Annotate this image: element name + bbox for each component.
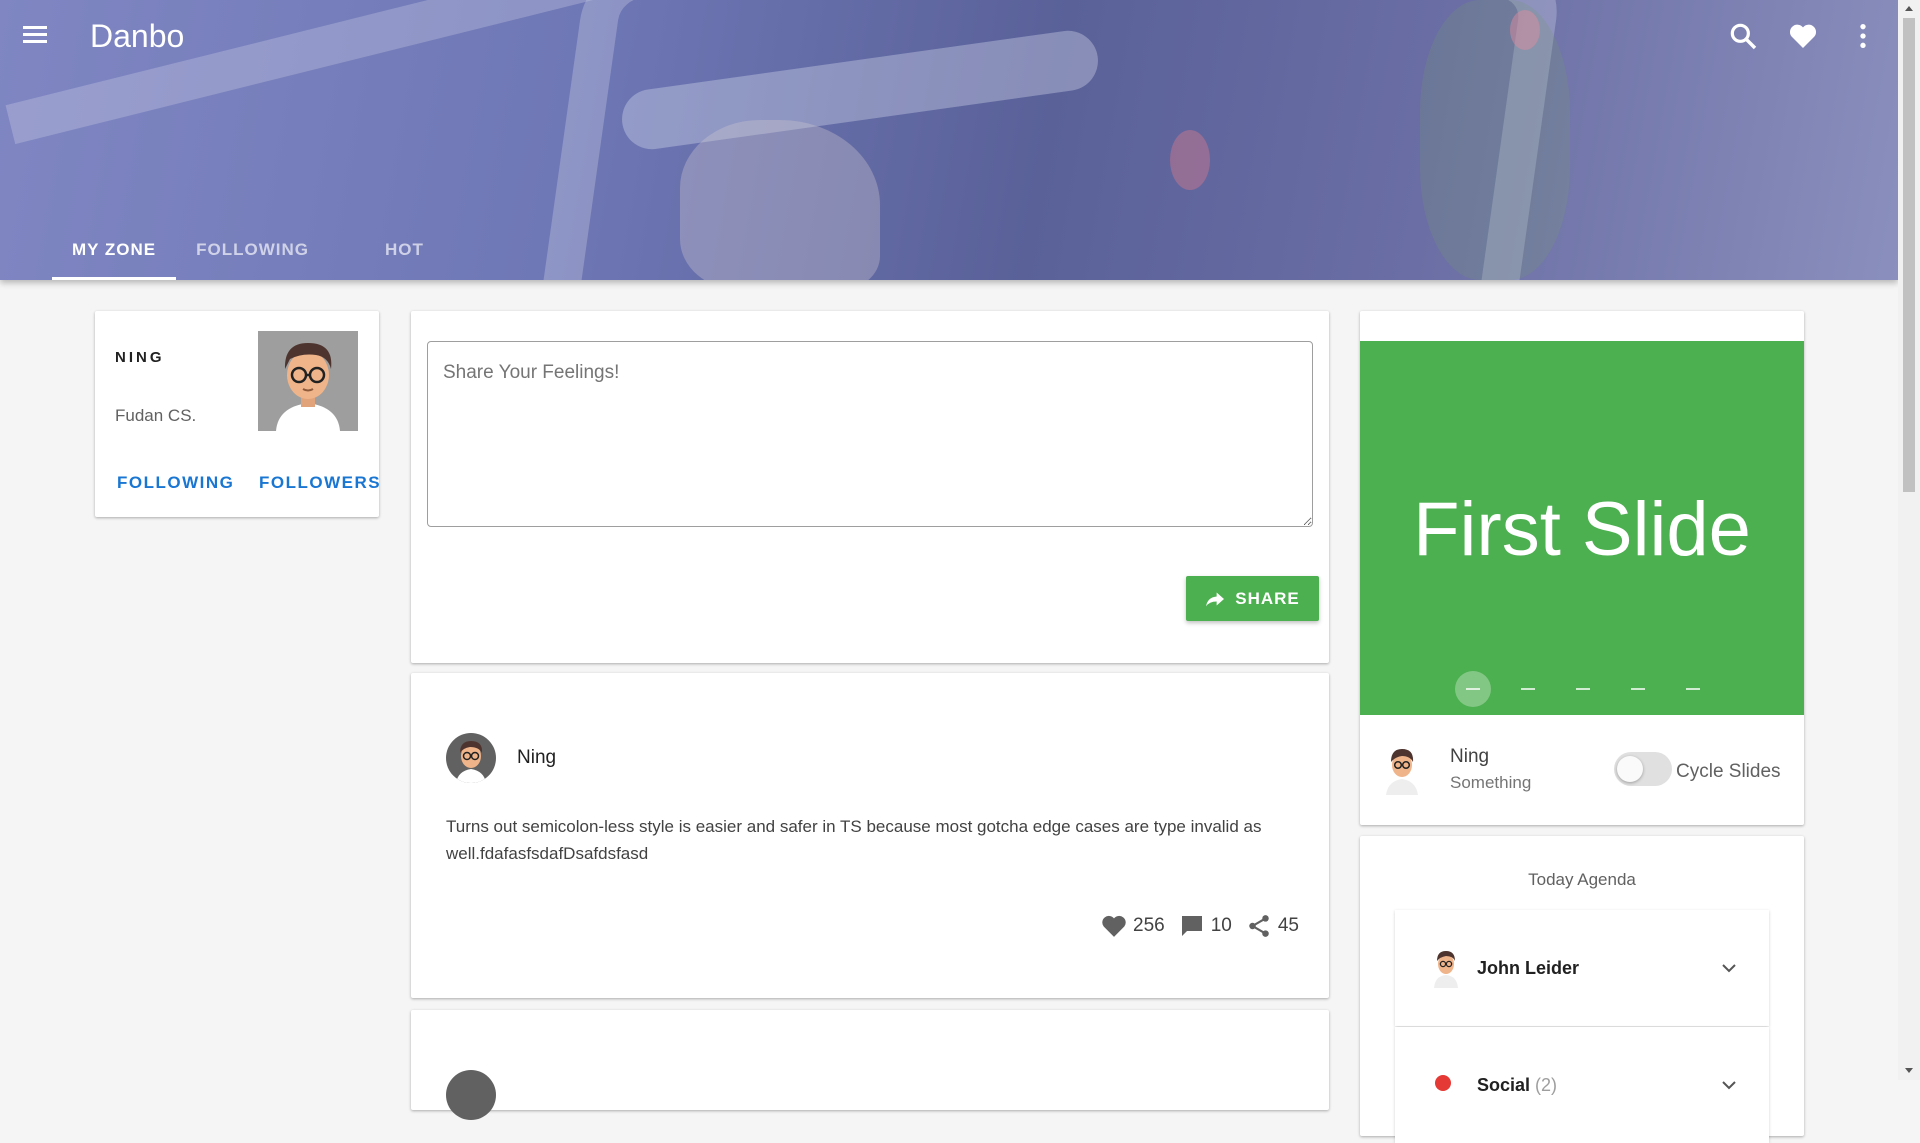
carousel-footer-name: Ning <box>1450 746 1490 767</box>
header-background <box>1420 0 1570 280</box>
agenda-item[interactable]: Social (2) <box>1395 1027 1769 1143</box>
share-button[interactable]: SHARE <box>1186 576 1319 621</box>
social-icon <box>1435 1075 1451 1091</box>
profile-name: NING <box>115 349 165 366</box>
share-arrow-icon <box>1206 591 1225 606</box>
header-background <box>1510 10 1540 50</box>
carousel-dot[interactable] <box>1455 671 1491 707</box>
chevron-down-icon[interactable] <box>1719 1075 1739 1095</box>
comment-icon <box>1181 916 1202 936</box>
comment-button[interactable]: 10 <box>1179 914 1232 938</box>
carousel-slide[interactable]: First Slide <box>1360 341 1804 715</box>
profile-card: NING Fudan CS. FOLLOWING FOLLOWERS <box>95 311 381 517</box>
share-count: 45 <box>1277 915 1299 936</box>
post-card: Ning Turns out semicolon-less style is e… <box>411 673 1329 998</box>
header-background <box>680 120 880 280</box>
agenda-title: Today Agenda <box>1528 870 1636 889</box>
avatar-icon <box>276 343 340 431</box>
post-card <box>411 1010 1329 1120</box>
post-text: Turns out semicolon-less style is easier… <box>446 817 1262 863</box>
post-stats: 256 10 45 <box>1087 913 1299 939</box>
cycle-slides-toggle[interactable] <box>1614 752 1672 786</box>
share-icon <box>1249 915 1269 937</box>
agenda-item[interactable]: John Leider <box>1395 910 1769 1026</box>
carousel-dot[interactable] <box>1510 671 1546 707</box>
tab-my-zone[interactable]: MY ZONE <box>52 220 177 280</box>
menu-icon[interactable] <box>20 22 50 48</box>
carousel-dot[interactable] <box>1620 671 1656 707</box>
like-button[interactable]: 256 <box>1101 914 1165 938</box>
carousel-card: First Slide Ning Something Cycle Slides <box>1360 311 1804 825</box>
page-scrollbar[interactable] <box>1898 0 1920 1080</box>
tab-hot[interactable]: HOT <box>365 220 444 280</box>
following-button[interactable]: FOLLOWING <box>117 473 234 493</box>
followers-button[interactable]: FOLLOWERS <box>259 473 381 493</box>
avatar[interactable] <box>446 733 496 783</box>
heart-icon[interactable] <box>1787 20 1819 52</box>
avatar-icon <box>1386 749 1418 795</box>
avatar[interactable] <box>446 1070 496 1120</box>
agenda-item-count: (2) <box>1535 1075 1558 1095</box>
share-post-button[interactable]: 45 <box>1246 913 1299 939</box>
feelings-input[interactable] <box>427 341 1313 527</box>
profile-subtitle: Fudan CS. <box>115 406 197 425</box>
carousel-indicators <box>1455 671 1730 707</box>
scroll-thumb[interactable] <box>1903 18 1915 492</box>
agenda-item-name: Social (2) <box>1477 1075 1557 1096</box>
tab-bar: MY ZONE FOLLOWING HOT <box>52 220 444 280</box>
avatar-icon <box>1434 951 1458 988</box>
app-header: Danbo MY ZONE FOLLOWING HOT <box>0 0 1898 280</box>
agenda-item-label: Social <box>1477 1075 1531 1095</box>
header-background <box>1170 130 1210 190</box>
carousel-dot[interactable] <box>1675 671 1711 707</box>
carousel-dot[interactable] <box>1565 671 1601 707</box>
avatar <box>258 331 358 431</box>
chevron-down-icon[interactable] <box>1719 958 1739 978</box>
tab-following[interactable]: FOLLOWING <box>176 220 329 280</box>
composer-card: SHARE <box>411 311 1329 663</box>
carousel-footer-subtitle: Something <box>1450 773 1532 792</box>
agenda-card: Today Agenda John Leider Social (2) <box>1360 836 1804 1143</box>
share-button-label: SHARE <box>1235 588 1300 608</box>
scroll-down-icon[interactable] <box>1905 1068 1913 1073</box>
app-title: Danbo <box>90 18 185 54</box>
avatar-icon <box>456 741 486 783</box>
agenda-item-name: John Leider <box>1477 958 1580 978</box>
slide-title: First Slide <box>1413 487 1751 572</box>
like-count: 256 <box>1133 915 1165 936</box>
scroll-up-icon[interactable] <box>1905 6 1913 11</box>
cycle-slides-label[interactable]: Cycle Slides <box>1676 761 1781 783</box>
heart-icon <box>1102 915 1126 937</box>
search-icon[interactable] <box>1727 20 1759 52</box>
comment-count: 10 <box>1210 915 1232 936</box>
post-author[interactable]: Ning <box>517 747 556 769</box>
more-vert-icon[interactable] <box>1847 20 1879 52</box>
